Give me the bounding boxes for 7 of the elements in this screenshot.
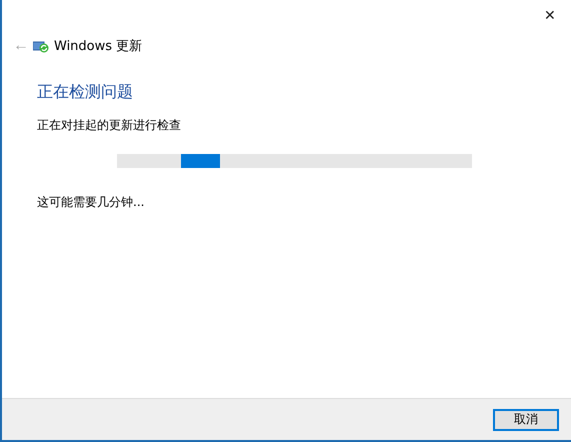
cancel-button[interactable]: 取消 (493, 408, 559, 430)
note-text: 这可能需要几分钟... (37, 194, 146, 211)
window-title: Windows 更新 (54, 38, 142, 55)
close-button[interactable]: ✕ (535, 0, 565, 30)
status-text: 正在对挂起的更新进行检查 (37, 117, 182, 134)
page-heading: 正在检测问题 (37, 82, 134, 103)
update-icon (33, 40, 49, 52)
